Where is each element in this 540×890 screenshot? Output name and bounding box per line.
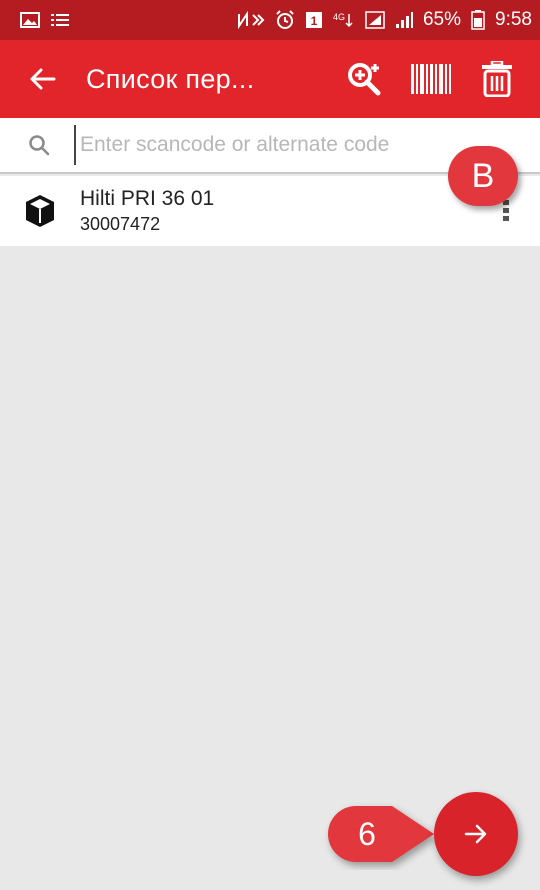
annotation-6: 6 xyxy=(322,800,442,870)
app-bar: Список пер... xyxy=(0,40,540,118)
svg-text:4G: 4G xyxy=(333,12,345,22)
nfc-icon xyxy=(237,11,265,29)
signal-box-icon xyxy=(365,11,385,29)
next-fab-button[interactable] xyxy=(434,792,518,876)
alarm-icon xyxy=(275,10,295,30)
lte-icon: 4G xyxy=(333,11,355,29)
annotation-b: B xyxy=(448,146,518,206)
search-icon xyxy=(28,134,62,156)
annotation-b-label: B xyxy=(471,156,495,195)
arrow-left-icon xyxy=(30,68,56,90)
status-time: 9:58 xyxy=(495,9,532,30)
back-button[interactable] xyxy=(0,40,86,118)
search-input[interactable] xyxy=(74,125,474,165)
barcode-button[interactable] xyxy=(398,40,464,118)
delete-button[interactable] xyxy=(464,40,530,118)
battery-icon xyxy=(471,10,485,30)
status-bar: 1 4G 65% 9:58 xyxy=(0,0,540,40)
search-add-icon xyxy=(348,63,381,96)
more-vert-icon xyxy=(503,200,509,221)
annotation-6-label: 6 xyxy=(358,815,376,852)
arrow-right-icon xyxy=(464,824,487,844)
list-icon xyxy=(50,12,70,28)
data-icon: 1 xyxy=(305,11,323,29)
screen: 1 4G 65% 9:58 Список пер... Enter scanco… xyxy=(0,0,540,890)
search-add-button[interactable] xyxy=(332,40,398,118)
page-title: Список пер... xyxy=(86,63,255,94)
status-right: 1 4G 65% 9:58 xyxy=(237,9,532,31)
list-item-text: Hilti PRI 36 01 30007472 xyxy=(80,186,486,236)
gallery-icon xyxy=(20,12,40,28)
item-name: Hilti PRI 36 01 xyxy=(80,187,215,210)
box-icon xyxy=(0,194,80,228)
item-code: 30007472 xyxy=(80,214,161,234)
trash-icon xyxy=(482,61,512,97)
status-left xyxy=(20,12,70,28)
svg-text:1: 1 xyxy=(311,14,318,28)
barcode-icon xyxy=(411,64,451,94)
signal-icon xyxy=(395,11,413,29)
battery-percent: 65% xyxy=(422,9,462,30)
